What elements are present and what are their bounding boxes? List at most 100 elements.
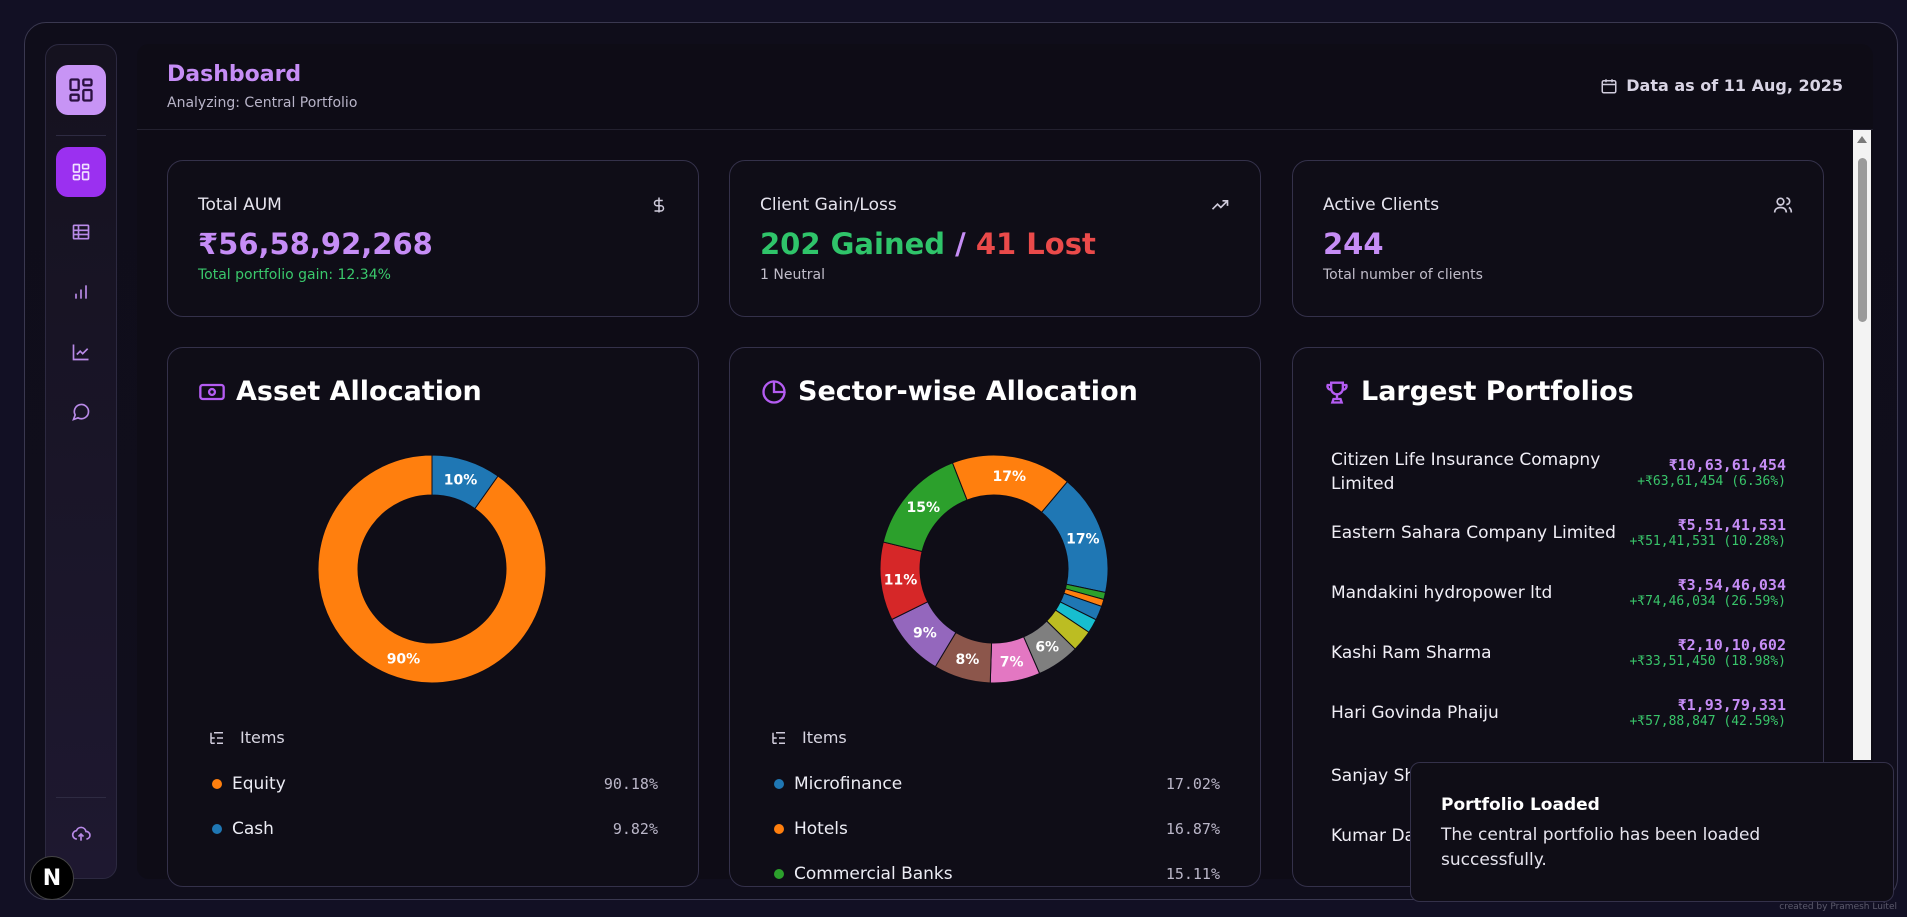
donut-data-label: 17% bbox=[1066, 531, 1100, 547]
legend-value: 90.18% bbox=[603, 775, 658, 793]
sidebar-item-chat[interactable] bbox=[56, 387, 106, 437]
sidebar bbox=[45, 44, 117, 879]
stat-value: 244 bbox=[1323, 227, 1384, 261]
portfolio-row[interactable]: Eastern Sahara Company Limited ₹5,51,41,… bbox=[1331, 516, 1786, 549]
legend-header: Items bbox=[770, 728, 847, 747]
stat-label: Active Clients bbox=[1323, 195, 1440, 215]
sector-allocation-card: Sector-wise Allocation 17% 6% 7% 8% 9% 11% 15%… bbox=[729, 347, 1261, 887]
legend-item[interactable]: Equity 90.18% bbox=[212, 774, 658, 794]
stat-value: 202 Gained / 41 Lost bbox=[760, 227, 1096, 261]
banknote-icon bbox=[199, 383, 225, 400]
legend-dot bbox=[774, 869, 784, 879]
toast-title: Portfolio Loaded bbox=[1441, 795, 1600, 815]
portfolio-gain: +₹33,51,450 (18.98%) bbox=[1629, 654, 1786, 669]
donut-data-label: 11% bbox=[884, 572, 918, 588]
donut-data-label: 10% bbox=[444, 472, 478, 488]
legend-label: Equity bbox=[232, 774, 286, 794]
portfolio-name: Citizen Life Insurance Comapny Limited bbox=[1331, 450, 1601, 494]
scrollbar[interactable] bbox=[1853, 130, 1871, 760]
scroll-thumb[interactable] bbox=[1858, 158, 1867, 322]
scroll-up-arrow-icon[interactable] bbox=[1857, 136, 1867, 143]
dashboard-icon bbox=[69, 78, 93, 102]
gained-count: 202 Gained bbox=[760, 227, 946, 261]
donut-data-label: 15% bbox=[906, 500, 940, 516]
page-header: Dashboard Analyzing: Central Portfolio D… bbox=[137, 44, 1873, 130]
separator: / bbox=[955, 227, 966, 261]
legend-value: 15.11% bbox=[1165, 865, 1220, 883]
sidebar-item-upload[interactable] bbox=[56, 809, 106, 859]
portfolio-name: Mandakini hydropower ltd bbox=[1331, 582, 1553, 603]
legend-dot bbox=[212, 779, 222, 789]
portfolio-amount: ₹10,63,61,454 bbox=[1668, 455, 1786, 474]
legend-value: 9.82% bbox=[612, 820, 658, 838]
toast-message: The central portfolio has been loaded su… bbox=[1441, 825, 1761, 870]
dollar-icon bbox=[650, 195, 668, 219]
legend-item[interactable]: Cash 9.82% bbox=[212, 819, 658, 839]
stat-label: Client Gain/Loss bbox=[760, 195, 897, 215]
portfolio-row[interactable]: Mandakini hydropower ltd ₹3,54,46,034 +₹… bbox=[1331, 576, 1786, 609]
data-date-label: Data as of 11 Aug, 2025 bbox=[1626, 76, 1843, 95]
sector-allocation-title: Sector-wise Allocation bbox=[798, 376, 1138, 407]
stat-subtext: Total portfolio gain: 12.34% bbox=[198, 267, 391, 283]
sidebar-item-line-chart[interactable] bbox=[56, 327, 106, 377]
legend-value: 17.02% bbox=[1165, 775, 1220, 793]
donut-data-label: 8% bbox=[956, 652, 980, 668]
legend-dot bbox=[774, 779, 784, 789]
sector-allocation-donut-chart: 17% 6% 7% 8% 9% 11% 15% 17% bbox=[879, 454, 1109, 684]
donut-data-label: 7% bbox=[1000, 654, 1024, 670]
chat-icon bbox=[72, 403, 90, 421]
toast-notification[interactable]: Portfolio Loaded The central portfolio h… bbox=[1410, 762, 1894, 902]
sidebar-item-table[interactable] bbox=[56, 207, 106, 257]
stat-card-active-clients: Active Clients 244 Total number of clien… bbox=[1292, 160, 1824, 317]
legend-item[interactable]: Commercial Banks 15.11% bbox=[774, 864, 1220, 884]
list-tree-icon bbox=[210, 731, 223, 744]
calendar-icon bbox=[1601, 78, 1617, 93]
portfolio-gain: +₹51,41,531 (10.28%) bbox=[1629, 534, 1786, 549]
portfolio-row[interactable]: Kashi Ram Sharma ₹2,10,10,602 +₹33,51,45… bbox=[1331, 636, 1786, 669]
legend-value: 16.87% bbox=[1165, 820, 1220, 838]
portfolio-amount: ₹1,93,79,331 bbox=[1677, 696, 1786, 714]
legend-title: Items bbox=[240, 728, 285, 747]
table-icon bbox=[72, 224, 90, 240]
data-date: Data as of 11 Aug, 2025 bbox=[1600, 76, 1843, 95]
card-title: Sector-wise Allocation bbox=[760, 376, 1138, 407]
users-icon bbox=[1773, 195, 1793, 219]
page-title: Dashboard bbox=[167, 62, 302, 87]
dashboard-icon bbox=[72, 163, 90, 181]
sidebar-item-bar-chart[interactable] bbox=[56, 267, 106, 317]
portfolio-gain: +₹57,88,847 (42.59%) bbox=[1629, 714, 1786, 729]
lost-count: 41 Lost bbox=[975, 227, 1096, 261]
stat-card-client-gain-loss: Client Gain/Loss 202 Gained / 41 Lost 1 … bbox=[729, 160, 1261, 317]
card-title: Asset Allocation bbox=[198, 376, 482, 407]
line-chart-icon bbox=[72, 344, 89, 361]
legend-label: Commercial Banks bbox=[794, 864, 953, 884]
sidebar-divider bbox=[56, 135, 106, 136]
portfolio-gain: +₹74,46,034 (26.59%) bbox=[1629, 594, 1786, 609]
sidebar-item-dashboard[interactable] bbox=[56, 147, 106, 197]
asset-allocation-title: Asset Allocation bbox=[236, 376, 482, 407]
trending-up-icon bbox=[1210, 195, 1230, 219]
upload-cloud-icon bbox=[71, 826, 91, 841]
portfolio-row[interactable]: Hari Govinda Phaiju ₹1,93,79,331 +₹57,88… bbox=[1331, 696, 1786, 729]
sidebar-divider bbox=[56, 797, 106, 798]
donut-data-label: 17% bbox=[992, 469, 1026, 485]
portfolio-row[interactable]: Citizen Life Insurance Comapny Limited ₹… bbox=[1331, 448, 1786, 496]
app-logo-button[interactable] bbox=[56, 65, 106, 115]
trophy-icon bbox=[1326, 381, 1348, 404]
pie-chart-icon bbox=[762, 379, 786, 404]
largest-portfolios-title: Largest Portfolios bbox=[1361, 376, 1634, 407]
list-tree-icon bbox=[772, 731, 785, 744]
bar-chart-icon bbox=[75, 285, 87, 299]
portfolio-name: Kashi Ram Sharma bbox=[1331, 642, 1492, 663]
stat-subtext: Total number of clients bbox=[1323, 267, 1483, 283]
donut-data-label: 6% bbox=[1035, 639, 1059, 655]
legend-item[interactable]: Microfinance 17.02% bbox=[774, 774, 1220, 794]
portfolio-amount: ₹5,51,41,531 bbox=[1677, 516, 1786, 534]
stat-label: Total AUM bbox=[198, 195, 282, 215]
legend-label: Microfinance bbox=[794, 774, 903, 794]
asset-allocation-donut-chart: 90% 10% bbox=[317, 454, 547, 684]
legend-item[interactable]: Hotels 16.87% bbox=[774, 819, 1220, 839]
nextjs-badge[interactable]: N bbox=[30, 856, 74, 900]
page-subtitle: Analyzing: Central Portfolio bbox=[167, 95, 358, 111]
legend-dot bbox=[774, 824, 784, 834]
